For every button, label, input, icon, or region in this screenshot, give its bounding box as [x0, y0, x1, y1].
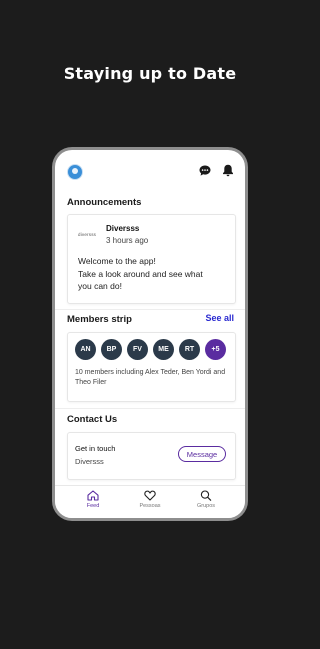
tab-pessoas[interactable]: Pessoas [125, 490, 175, 509]
chat-icon[interactable] [199, 165, 211, 176]
tab-grupos[interactable]: Grupos [181, 490, 231, 509]
contact-subtitle: Diversss [75, 457, 104, 466]
search-icon [200, 490, 212, 501]
heart-icon [144, 490, 156, 501]
app-screen: Announcements diversss Diversss 3 hours … [55, 150, 245, 518]
home-icon [87, 490, 99, 501]
divider [55, 309, 245, 310]
see-all-link[interactable]: See all [205, 313, 234, 323]
member-chip[interactable]: AN [75, 339, 96, 360]
announcement-author: Diversss [106, 224, 140, 233]
top-bar [55, 164, 245, 182]
tab-label: Grupos [196, 503, 216, 509]
announcement-time: 3 hours ago [106, 236, 149, 245]
tab-feed[interactable]: Feed [68, 490, 118, 509]
contact-card: Get in touch Diversss Message [67, 432, 236, 480]
phone-frame: Announcements diversss Diversss 3 hours … [52, 147, 248, 521]
announcements-heading: Announcements [67, 197, 142, 208]
message-button[interactable]: Message [178, 446, 226, 462]
announcement-line: Welcome to the app! [78, 256, 156, 266]
diversss-logo: diversss [78, 232, 97, 237]
members-description: 10 members including Alex Teder, Ben Yor… [75, 369, 226, 386]
announcement-line: you can do! [78, 281, 122, 291]
member-chip[interactable]: BP [101, 339, 122, 360]
tab-label: Pessoas [139, 503, 161, 509]
more-members-chip[interactable]: +5 [205, 339, 226, 360]
announcement-card[interactable]: diversss Diversss 3 hours ago Welcome to… [67, 214, 236, 304]
member-chip[interactable]: FV [127, 339, 148, 360]
avatar[interactable] [67, 164, 83, 180]
tab-label: Feed [86, 503, 100, 509]
hero-title: Staying up to Date [63, 64, 237, 83]
member-chip[interactable]: ME [153, 339, 174, 360]
member-chip[interactable]: RT [179, 339, 200, 360]
members-heading: Members strip [67, 314, 132, 325]
tab-bar: Feed Pessoas Grupos [55, 485, 245, 518]
contact-title: Get in touch [75, 444, 116, 453]
members-card: AN BP FV ME RT +5 10 members including A… [67, 332, 236, 402]
divider [55, 408, 245, 409]
contact-heading: Contact Us [67, 414, 118, 425]
bell-icon[interactable] [222, 164, 234, 177]
announcement-body: Welcome to the app! Take a look around a… [78, 255, 227, 293]
announcement-line: Take a look around and see what [78, 268, 203, 279]
